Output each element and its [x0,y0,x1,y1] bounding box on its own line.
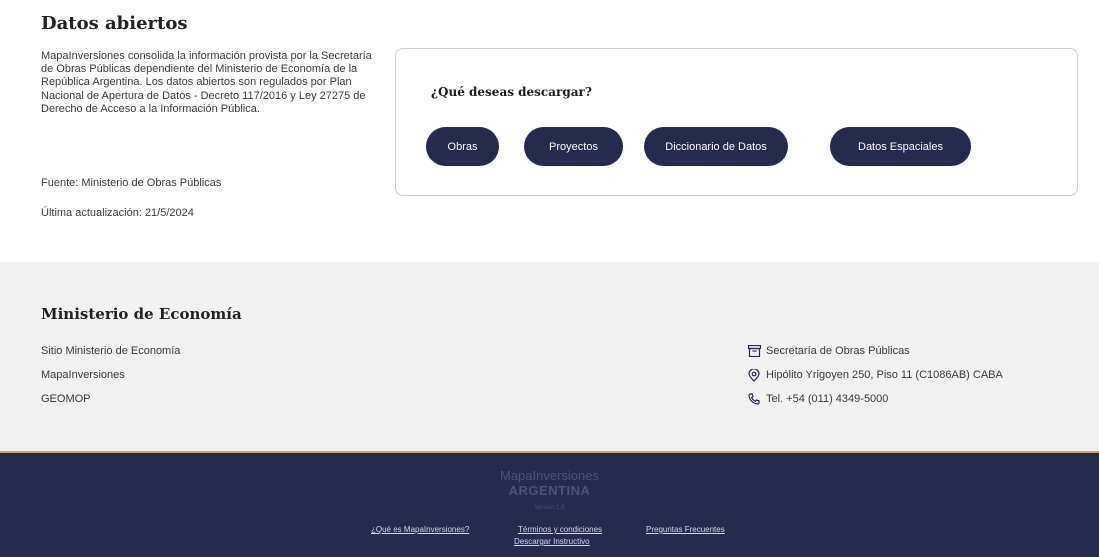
download-diccionario-button[interactable]: Diccionario de Datos [644,127,788,166]
download-question: ¿Qué deseas descargar? [431,85,592,99]
page-title: Datos abiertos [41,13,188,34]
brand-logo-text: MapaInversiones [500,468,599,483]
faq-link[interactable]: Preguntas Frecuentes [646,525,725,534]
location-pin-icon [747,368,761,382]
download-card: ¿Qué deseas descargar? Obras Proyectos D… [395,48,1078,196]
contact-address-text: Hipólito Yrigoyen 250, Piso 11 (C1086AB)… [766,369,1003,381]
ministry-site-link[interactable]: Sitio Ministerio de Economía [41,345,180,357]
contact-phone-text: Tel. +54 (011) 4349-5000 [766,393,889,405]
download-datos-espaciales-button[interactable]: Datos Espaciales [830,127,971,166]
download-obras-button[interactable]: Obras [426,127,499,166]
last-updated-text: Última actualización: 21/5/2024 [41,207,194,219]
ministry-title: Ministerio de Economía [41,305,242,323]
source-text: Fuente: Ministerio de Obras Públicas [41,177,222,189]
contact-address: Hipólito Yrigoyen 250, Piso 11 (C1086AB)… [747,368,1003,382]
mapainversiones-link[interactable]: MapaInversiones [41,369,125,381]
description: MapaInversiones consolida la información… [41,50,372,115]
building-icon [747,344,761,358]
version-text: Versión 1.8 [534,505,565,511]
download-instructions-link[interactable]: Descargar Instructivo [514,537,590,546]
brand-logo-country: ARGENTINA [508,483,591,498]
terms-link[interactable]: Términos y condiciones [518,525,602,534]
about-link[interactable]: ¿Qué es MapaInversiones? [371,525,469,534]
contact-phone: Tel. +54 (011) 4349-5000 [747,392,888,406]
ministry-footer: Ministerio de Economía Sitio Ministerio … [0,262,1099,451]
open-data-section: Datos abiertos MapaInversiones consolida… [0,0,1099,262]
download-proyectos-button[interactable]: Proyectos [524,127,623,166]
bottom-footer: MapaInversiones ARGENTINA Versión 1.8 ¿Q… [0,451,1099,557]
contact-office: Secretaría de Obras Públicas [747,344,910,358]
geomop-link[interactable]: GEOMOP [41,393,91,405]
contact-office-text: Secretaría de Obras Públicas [766,345,910,357]
phone-icon [747,392,761,406]
